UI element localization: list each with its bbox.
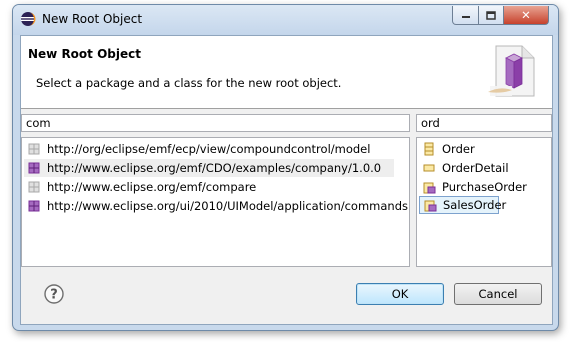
title-bar[interactable]: New Root Object ✕ [13, 5, 558, 35]
ok-button[interactable]: OK [356, 283, 444, 305]
package-list-item[interactable]: http://www.eclipse.org/emf/CDO/examples/… [24, 159, 394, 177]
class-list-item[interactable]: PurchaseOrder [419, 178, 531, 196]
package-list-item[interactable]: http://www.eclipse.org/emf/compare [24, 178, 260, 196]
package-list-item[interactable]: http://org/eclipse/emf/ecp/view/compound… [24, 140, 374, 158]
package-list-item[interactable]: http://www.eclipse.org/ui/2010/UIModel/a… [24, 197, 409, 215]
maximize-icon [486, 10, 496, 20]
package-list[interactable]: http://org/eclipse/emf/ecp/view/compound… [21, 137, 410, 267]
package-purple-icon [28, 162, 40, 174]
eclass-purple-icon [424, 200, 437, 212]
package-label: http://www.eclipse.org/emf/compare [47, 180, 257, 194]
minimize-button[interactable] [452, 6, 479, 25]
dialog-window: New Root Object ✕ New Root Object Select… [12, 4, 559, 331]
class-label: PurchaseOrder [442, 180, 527, 194]
eclass-icon [423, 164, 435, 172]
close-button[interactable]: ✕ [503, 6, 549, 25]
package-purple-icon [28, 200, 40, 212]
new-object-wizard-icon [488, 45, 535, 97]
class-label: Order [442, 142, 475, 156]
maximize-button[interactable] [478, 6, 504, 25]
package-label: http://www.eclipse.org/ui/2010/UIModel/a… [47, 199, 409, 213]
package-label: http://org/eclipse/emf/ecp/view/compound… [47, 142, 371, 156]
class-list-item[interactable]: OrderDetail [419, 159, 513, 177]
minimize-icon [461, 16, 470, 18]
eclass-icon [424, 142, 434, 156]
dialog-body: New Root Object Select a package and a c… [20, 35, 553, 325]
class-label: SalesOrder [443, 198, 507, 212]
header-message: Select a package and a class for the new… [36, 76, 342, 90]
cancel-button[interactable]: Cancel [454, 283, 542, 305]
window-title: New Root Object [42, 12, 143, 26]
header-title: New Root Object [28, 47, 141, 61]
package-gray-icon [28, 143, 40, 155]
class-filter-input[interactable] [416, 114, 552, 132]
class-list[interactable]: Order OrderDetail PurchaseOrder SalesOrd… [416, 137, 552, 267]
package-filter-input[interactable] [21, 114, 410, 132]
package-gray-icon [28, 181, 40, 193]
eclipse-icon [21, 12, 36, 26]
package-label: http://www.eclipse.org/emf/CDO/examples/… [47, 161, 382, 175]
help-icon[interactable]: ? [44, 284, 64, 304]
close-icon: ✕ [521, 8, 531, 22]
class-label: OrderDetail [442, 161, 509, 175]
help-glyph: ? [50, 288, 58, 303]
wizard-header: New Root Object Select a package and a c… [21, 36, 552, 109]
class-list-item-selected[interactable]: SalesOrder [419, 196, 506, 214]
class-list-item[interactable]: Order [419, 140, 479, 158]
eclass-purple-icon [423, 182, 436, 194]
